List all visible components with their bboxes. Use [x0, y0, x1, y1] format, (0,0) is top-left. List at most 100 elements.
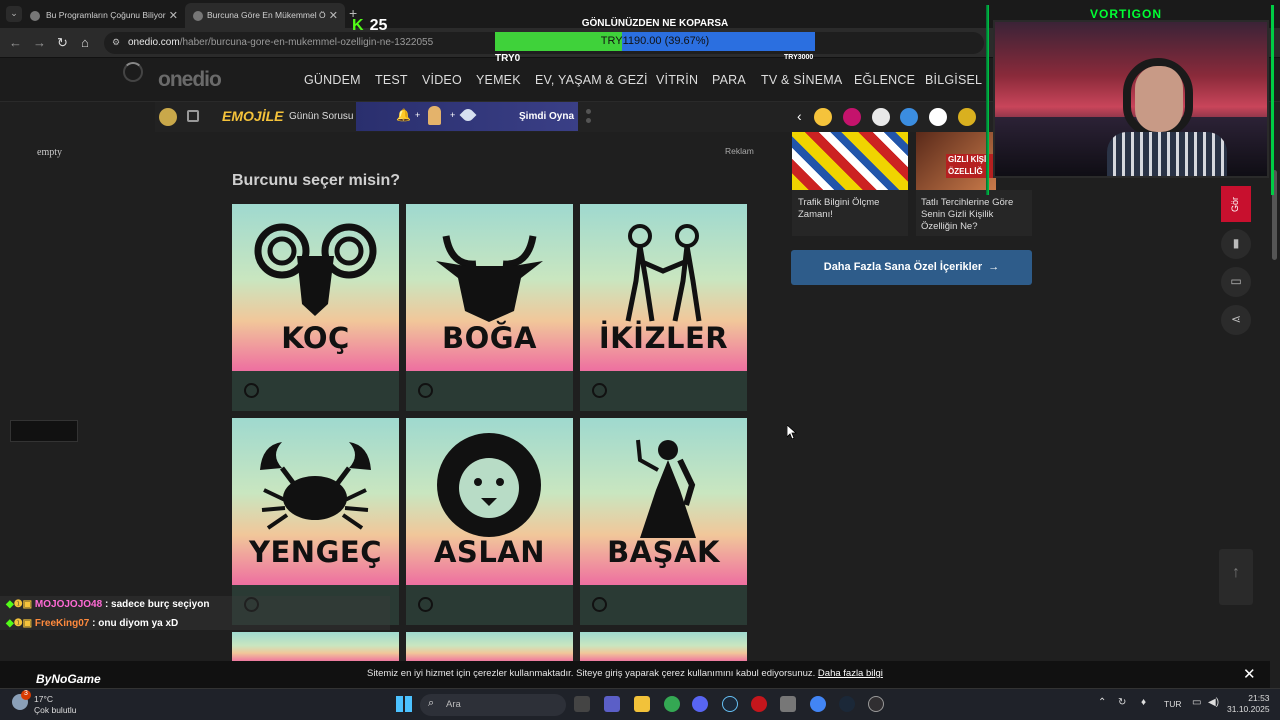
tab-programs[interactable]: Bu Programların Çoğunu Biliyor ✕ [0, 3, 185, 28]
recommended-image-dessert[interactable]: GİZLİ KİŞİ ÖZELLİĞ [916, 132, 996, 190]
game-icon[interactable] [780, 696, 796, 712]
steam-alt-icon[interactable] [839, 696, 855, 712]
option-card-row3-1[interactable] [232, 632, 399, 662]
quiz-icon[interactable] [187, 110, 199, 122]
option-radio[interactable] [592, 383, 607, 398]
nav-test[interactable]: TEST [375, 73, 408, 87]
task-view-icon[interactable] [574, 696, 590, 712]
forward-icon[interactable]: → [33, 35, 46, 50]
tab-horoscope[interactable]: Burcuna Göre En Mükemmel Ö ✕ [185, 3, 345, 28]
search-icon: ⌕ [428, 697, 435, 709]
nav-ev-yasam-gezi[interactable]: EV, YAŞAM & GEZİ [535, 73, 648, 87]
cookie-more-link[interactable]: Daha fazla bilgi [818, 668, 883, 679]
option-card-ikizler[interactable]: İKİZLER [580, 204, 747, 411]
option-label: İKİZLER [598, 321, 729, 355]
loading-spinner-icon [123, 62, 143, 82]
question-title: Burcunu seçer misin? [232, 172, 401, 189]
daily-question-link[interactable]: Günün Sorusu [289, 111, 354, 122]
nav-eglence[interactable]: EĞLENCE [854, 73, 915, 87]
option-card-aslan[interactable]: ASLAN [406, 418, 573, 625]
microphone-icon[interactable]: ♦ [1141, 697, 1146, 708]
bookmark-icon[interactable]: ▮ [1221, 229, 1251, 259]
games-icon[interactable] [159, 108, 177, 126]
weather-widget[interactable]: 17°C Çok bulutlu [34, 694, 77, 716]
home-icon[interactable]: ⌂ [81, 35, 89, 50]
obs-icon[interactable] [868, 696, 884, 712]
tray-expand-icon[interactable]: ⌃ [1098, 697, 1106, 708]
option-radio[interactable] [244, 383, 259, 398]
close-tab-icon[interactable]: ✕ [329, 9, 338, 22]
more-dots-icon[interactable] [586, 109, 591, 125]
chrome-icon[interactable] [664, 696, 680, 712]
option-label: ASLAN [433, 535, 546, 569]
play-now-button[interactable]: Şimdi Oyna [519, 111, 574, 122]
brand-pink-icon[interactable] [843, 108, 861, 126]
rocket-icon [459, 106, 477, 124]
more-content-button[interactable]: Daha Fazla Sana Özel İçerikler → [791, 250, 1032, 285]
chat-badge-icon: ❶▣ [13, 599, 33, 610]
record-icon[interactable] [751, 696, 767, 712]
volume-icon[interactable]: ◀) [1208, 697, 1219, 708]
option-card-row3-2[interactable] [406, 632, 573, 662]
steam-icon[interactable] [722, 696, 738, 712]
site-info-icon[interactable]: ⚙ [112, 37, 120, 48]
file-explorer-icon[interactable] [634, 696, 650, 712]
recommended-image-traffic[interactable] [792, 132, 908, 190]
left-placeholder: empty [37, 147, 62, 158]
nav-para[interactable]: PARA [712, 73, 746, 87]
language-indicator[interactable]: TUR [1164, 699, 1181, 709]
emojile-logo[interactable]: EMOJİLE [222, 108, 283, 124]
nav-bilgisel[interactable]: BİLGİSEL [925, 73, 982, 87]
option-label: KOÇ [281, 321, 350, 355]
brand-yellow-icon[interactable] [958, 108, 976, 126]
back-icon[interactable]: ← [9, 35, 22, 50]
nav-gundem[interactable]: GÜNDEM [304, 73, 361, 87]
close-tab-icon[interactable]: ✕ [169, 9, 178, 22]
nav-vitrin[interactable]: VİTRİN [656, 73, 698, 87]
nav-video[interactable]: VİDEO [422, 73, 462, 87]
kick-viewer-counter: K 25 [352, 17, 387, 35]
weather-temp: 17°C [34, 694, 53, 704]
option-card-koc[interactable]: KOÇ [232, 204, 399, 411]
brand-cross-icon[interactable] [872, 108, 890, 126]
tab-favicon-icon [193, 11, 203, 21]
network-icon[interactable]: ▭ [1192, 697, 1201, 708]
tray-sync-icon[interactable]: ↻ [1118, 697, 1126, 708]
teams-icon[interactable] [604, 696, 620, 712]
option-radio[interactable] [592, 597, 607, 612]
chevron-left-icon[interactable]: ‹ [797, 108, 802, 124]
option-radio[interactable] [418, 597, 433, 612]
taskbar-clock[interactable]: 21:53 31.10.2025 [1227, 693, 1270, 715]
option-card-boga[interactable]: BOĞA [406, 204, 573, 411]
discord-icon[interactable] [692, 696, 708, 712]
brand-dk-icon[interactable] [929, 108, 947, 126]
option-card-basak[interactable]: BAŞAK [580, 418, 747, 625]
scroll-to-top-button[interactable]: ↑ [1219, 549, 1253, 605]
lion-icon [437, 433, 541, 537]
option-image: İKİZLER [580, 204, 747, 371]
brand-blue-icon[interactable] [900, 108, 918, 126]
comment-icon[interactable]: ▭ [1221, 267, 1251, 297]
tab-label: Bu Programların Çoğunu Biliyor [46, 10, 166, 20]
nav-yemek[interactable]: YEMEK [476, 73, 521, 87]
option-image [580, 632, 747, 662]
sponsor-logo: ByNoGame [36, 672, 101, 686]
share-icon[interactable]: ⋖ [1221, 305, 1251, 335]
reload-icon[interactable]: ↻ [57, 35, 68, 51]
taskbar-search[interactable]: ⌕ Ara [420, 694, 566, 716]
emoji-icon[interactable] [814, 108, 832, 126]
option-card-row3-3[interactable] [580, 632, 747, 662]
chat-username: MOJOJOJO48 [34, 599, 103, 610]
site-logo[interactable]: onedio [158, 68, 222, 92]
close-icon[interactable]: ✕ [1243, 665, 1256, 683]
recommended-title-1[interactable]: Trafik Bilgini Ölçme Zamanı! [798, 197, 902, 221]
windows-start-icon[interactable] [396, 696, 412, 712]
nav-tv-sinema[interactable]: TV & SİNEMA [761, 73, 842, 87]
chrome-profile-icon[interactable] [810, 696, 826, 712]
option-card-yengec[interactable]: YENGEÇ [232, 418, 399, 625]
arrow-up-icon: ↑ [1232, 564, 1240, 581]
recommended-title-2[interactable]: Tatlı Tercihlerine Göre Senin Gizli Kişi… [921, 197, 1027, 233]
cookie-message: Sitemiz en iyi hizmet için çerezler kull… [367, 668, 816, 679]
option-radio[interactable] [418, 383, 433, 398]
bell-icon: 🔔 [396, 108, 411, 122]
